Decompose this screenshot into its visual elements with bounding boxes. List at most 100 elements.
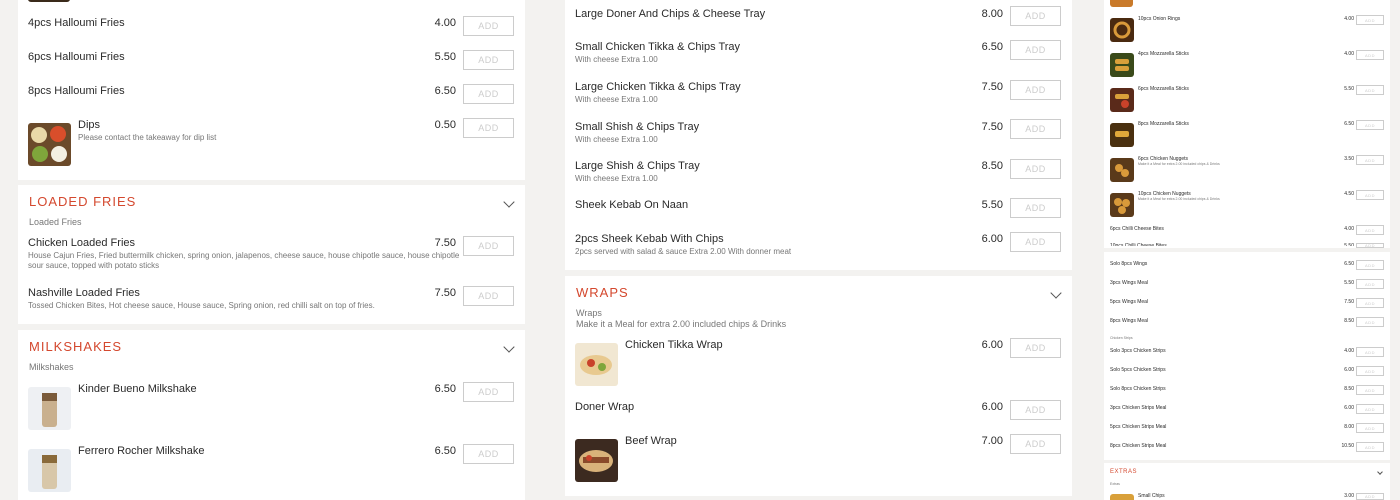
section-subtitle: Loaded Fries bbox=[29, 217, 82, 227]
milkshakes-section: MILKSHAKES Milkshakes Kinder Bueno Milks… bbox=[18, 330, 525, 500]
mozzarella-image bbox=[1110, 123, 1134, 147]
add-button[interactable]: ADD bbox=[1356, 404, 1384, 414]
add-button[interactable]: ADD bbox=[463, 118, 514, 138]
section-header[interactable]: EXTRAS bbox=[1110, 469, 1383, 475]
item-name: Solo 5pcs Chicken Strips bbox=[1110, 367, 1166, 373]
add-button[interactable]: ADD bbox=[463, 236, 514, 256]
chevron-down-icon[interactable] bbox=[1050, 286, 1062, 299]
add-button[interactable]: ADD bbox=[1356, 347, 1384, 357]
section-header[interactable]: WRAPS bbox=[576, 285, 1062, 300]
add-button[interactable]: ADD bbox=[463, 16, 514, 36]
item-price: 6.00 bbox=[981, 339, 1003, 351]
add-button[interactable]: ADD bbox=[463, 286, 514, 306]
wrap-image bbox=[575, 439, 618, 482]
chevron-down-icon[interactable] bbox=[1377, 469, 1383, 475]
add-button[interactable]: ADD bbox=[1356, 85, 1384, 95]
add-button[interactable]: ADD bbox=[1356, 366, 1384, 376]
add-button[interactable]: ADD bbox=[1356, 493, 1384, 500]
item-name: Solo 8pcs Chicken Strips bbox=[1110, 386, 1166, 392]
item-price: 8.00 bbox=[981, 8, 1003, 20]
item-name: 3pcs Wings Meal bbox=[1110, 280, 1149, 286]
add-button[interactable]: ADD bbox=[1356, 225, 1384, 235]
add-button[interactable]: ADD bbox=[1010, 232, 1061, 252]
item-price: 6.50 bbox=[1344, 121, 1354, 127]
add-button[interactable]: ADD bbox=[1356, 298, 1384, 308]
add-button[interactable]: ADD bbox=[1356, 317, 1384, 327]
item-price: 4.00 bbox=[434, 17, 456, 29]
add-button[interactable]: ADD bbox=[463, 382, 514, 402]
section-subtitle: Extras bbox=[1110, 482, 1120, 486]
add-button[interactable]: ADD bbox=[1010, 198, 1061, 218]
add-button[interactable]: ADD bbox=[1356, 155, 1384, 165]
add-button[interactable]: ADD bbox=[1010, 40, 1061, 60]
item-price: 8.50 bbox=[1344, 318, 1354, 324]
add-button[interactable]: ADD bbox=[1010, 159, 1061, 179]
item-name: Solo 8pcs Wings bbox=[1110, 261, 1148, 267]
item-name: Small Chips bbox=[1138, 493, 1165, 499]
item-description: Please contact the takeaway for dip list bbox=[78, 133, 217, 142]
dips-image bbox=[28, 123, 71, 166]
item-price: 4.00 bbox=[1344, 51, 1354, 57]
menu-item: 10pcs Chicken Nuggets Make it a Meal for… bbox=[1138, 191, 1220, 201]
add-button[interactable]: ADD bbox=[1356, 120, 1384, 130]
item-price: 7.50 bbox=[981, 81, 1003, 93]
chevron-down-icon[interactable] bbox=[503, 195, 515, 208]
item-name: 8pcs Wings Meal bbox=[1110, 318, 1149, 324]
add-button[interactable]: ADD bbox=[1010, 119, 1061, 139]
halloumi-card: 4pcs Halloumi Fries 4.00 ADD 6pcs Hallou… bbox=[18, 0, 525, 180]
item-price: 6.50 bbox=[1344, 261, 1354, 267]
section-header[interactable]: LOADED FRIES bbox=[29, 194, 515, 209]
add-button[interactable]: ADD bbox=[1010, 80, 1061, 100]
item-price: 4.50 bbox=[1344, 191, 1354, 197]
item-description: 2pcs served with salad & sauce Extra 2.0… bbox=[575, 247, 792, 256]
chevron-down-icon[interactable] bbox=[503, 340, 515, 353]
loaded-fries-section: LOADED FRIES Loaded Fries Chicken Loaded… bbox=[18, 185, 525, 324]
item-price: 6.50 bbox=[434, 445, 456, 457]
item-image bbox=[1110, 0, 1133, 7]
item-description: House Cajun Fries, Fried buttermilk chic… bbox=[28, 251, 460, 270]
item-name: Nashville Loaded Fries bbox=[28, 287, 140, 299]
add-button[interactable]: ADD bbox=[1356, 50, 1384, 60]
section-header[interactable]: MILKSHAKES bbox=[29, 339, 515, 354]
add-button[interactable]: ADD bbox=[1010, 6, 1061, 26]
item-price: 5.50 bbox=[434, 51, 456, 63]
item-price: 6.00 bbox=[1344, 405, 1354, 411]
item-name: Solo 3pcs Chicken Strips bbox=[1110, 348, 1166, 354]
section-title: MILKSHAKES bbox=[29, 339, 123, 354]
onion-rings-image bbox=[1110, 18, 1134, 42]
item-price: 8.00 bbox=[1344, 424, 1354, 430]
add-button[interactable]: ADD bbox=[1356, 279, 1384, 289]
add-button[interactable]: ADD bbox=[1356, 15, 1384, 25]
add-button[interactable]: ADD bbox=[1010, 434, 1061, 454]
sides-card: 10pcs Onion Rings 4.00 ADD 4pcs Mozzarel… bbox=[1104, 0, 1390, 248]
add-button[interactable]: ADD bbox=[1356, 260, 1384, 270]
section-note: Make it a Meal for extra 2.00 included c… bbox=[576, 319, 787, 329]
item-description: With cheese Extra 1.00 bbox=[575, 95, 658, 104]
add-button[interactable]: ADD bbox=[1010, 400, 1061, 420]
extras-section: EXTRAS Extras Small Chips 3.00 ADD bbox=[1104, 463, 1390, 500]
add-button[interactable]: ADD bbox=[1356, 423, 1384, 433]
add-button[interactable]: ADD bbox=[1010, 338, 1061, 358]
item-description: Make it a Meal for extra 2.00 included c… bbox=[1138, 162, 1220, 166]
item-description: With cheese Extra 1.00 bbox=[575, 174, 658, 183]
item-price: 3.00 bbox=[1344, 493, 1354, 499]
add-button[interactable]: ADD bbox=[1356, 385, 1384, 395]
item-name: 6pcs Chilli Cheese Bites bbox=[1110, 226, 1164, 232]
item-price: 8.50 bbox=[1344, 386, 1354, 392]
add-button[interactable]: ADD bbox=[463, 84, 514, 104]
item-description: Make it a Meal for extra 2.00 included c… bbox=[1138, 197, 1220, 201]
add-button[interactable]: ADD bbox=[463, 444, 514, 464]
item-price: 10.50 bbox=[1341, 443, 1354, 449]
item-price: 7.50 bbox=[434, 287, 456, 299]
add-button[interactable]: ADD bbox=[1356, 442, 1384, 452]
item-price: 5.50 bbox=[1344, 86, 1354, 92]
item-image bbox=[28, 0, 70, 2]
add-button[interactable]: ADD bbox=[463, 50, 514, 70]
add-button[interactable]: ADD bbox=[1356, 243, 1384, 248]
add-button[interactable]: ADD bbox=[1356, 190, 1384, 200]
item-price: 6.50 bbox=[434, 85, 456, 97]
item-price: 6.50 bbox=[434, 383, 456, 395]
section-title: WRAPS bbox=[576, 285, 629, 300]
wings-strips-card: Solo 8pcs Wings 6.50 ADD 3pcs Wings Meal… bbox=[1104, 252, 1390, 460]
chips-image bbox=[1110, 494, 1134, 500]
